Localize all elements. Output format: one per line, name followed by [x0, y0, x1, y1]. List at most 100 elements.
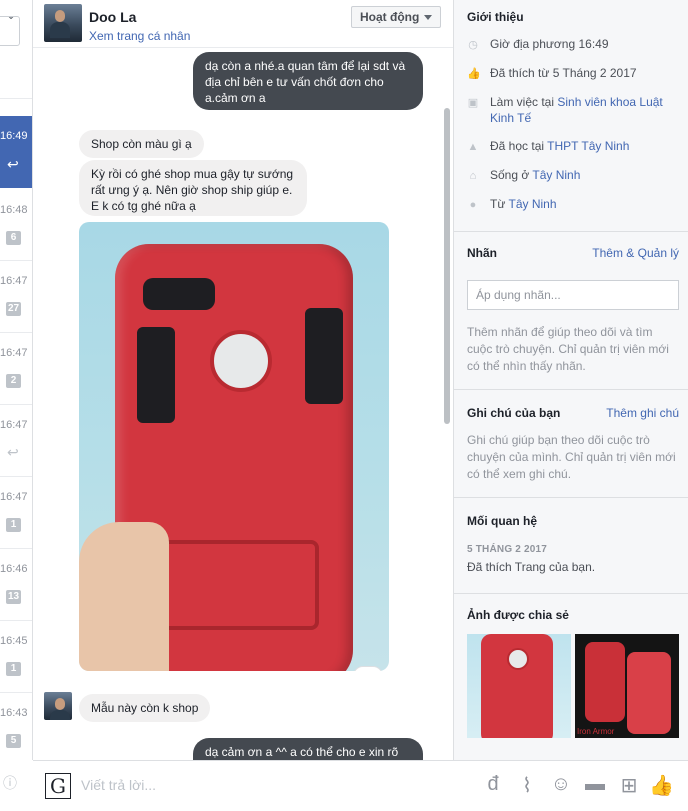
- shared-photos-section: Ảnh được chia sẻ Iron Armor: [454, 594, 688, 760]
- grip-left: [137, 327, 175, 423]
- conversation-time: 16:47: [0, 419, 28, 431]
- intro-section: Giới thiệu ◷ Giờ địa phương 16:49 👍 Đã t…: [454, 0, 688, 232]
- divider: [0, 476, 32, 477]
- intro-title: Giới thiệu: [467, 10, 524, 24]
- conversation-time: 16:45: [0, 635, 28, 647]
- page-avatar-icon: G: [45, 773, 71, 799]
- divider: [0, 332, 32, 333]
- intro-row-text: Sống ở: [490, 168, 533, 182]
- activity-button-label: Hoạt động: [360, 10, 420, 24]
- camera-cutout: [143, 278, 215, 310]
- labels-title: Nhãn: [467, 246, 497, 260]
- info-icon[interactable]: ⓘ: [0, 773, 20, 793]
- reply-input[interactable]: Viết trả lời...: [81, 777, 441, 793]
- apply-label-input[interactable]: Áp dụng nhãn...: [467, 280, 679, 310]
- conversation-header: Doo La Xem trang cá nhân Hoạt động: [33, 0, 453, 48]
- intro-row-text: Giờ địa phương 16:49: [490, 37, 609, 51]
- notes-help-text: Ghi chú giúp bạn theo dõi cuộc trò chuyệ…: [467, 433, 676, 481]
- inbox-window: ⌄ 16:49 ↩ 16:48 6 16:47 27 16:47 2 16:47…: [0, 0, 688, 811]
- conversation-time: 16:47: [0, 275, 28, 287]
- contact-name[interactable]: Doo La: [89, 9, 136, 25]
- relationship-date: 5 THÁNG 2 2017: [467, 544, 548, 555]
- message-bubble-incoming: Shop còn màu gì ạ: [79, 130, 204, 158]
- unread-badge: 1: [6, 662, 21, 676]
- shared-photo-thumbnail[interactable]: Iron Armor: [575, 634, 679, 738]
- thumbs-up-icon: 👍: [467, 68, 481, 80]
- intro-row-text: Làm việc tại: [490, 95, 558, 109]
- unread-badge: 13: [6, 590, 22, 604]
- conversation-time: 16:48: [0, 204, 28, 216]
- intro-row-text: Đã thích từ 5 Tháng 2 2017: [490, 66, 637, 80]
- divider: [0, 620, 32, 621]
- unread-badge: 27: [6, 302, 22, 316]
- unread-badge: 1: [6, 518, 21, 532]
- message-bubble-incoming: Kỳ rồi có ghé shop mua gậy tự sướng rất …: [79, 160, 307, 216]
- current-city-link[interactable]: Tây Ninh: [532, 168, 580, 182]
- emoji-icon[interactable]: ☺: [549, 773, 573, 796]
- clock-icon: ◷: [468, 39, 478, 51]
- composer: ⓘ G Viết trả lời... đ ⌇ ☺ ▬ ⊞ 👍: [3, 760, 688, 811]
- saved-reply-icon[interactable]: ▬: [583, 773, 607, 796]
- grip-right: [305, 308, 343, 404]
- kickstand: [149, 540, 319, 630]
- contact-info-panel: Giới thiệu ◷ Giờ địa phương 16:49 👍 Đã t…: [453, 0, 688, 760]
- like-button-icon[interactable]: 👍: [649, 773, 674, 798]
- attachment-icon[interactable]: ⌇: [515, 773, 539, 798]
- divider: [0, 98, 32, 99]
- phone-case: [585, 642, 625, 722]
- conversation-time: 16:43: [0, 707, 28, 719]
- shared-photo-thumbnail[interactable]: [467, 634, 571, 738]
- photo-watermark: Iron Armor: [577, 727, 615, 736]
- caret-down-icon: [424, 15, 432, 20]
- location-pin-icon: ●: [469, 199, 477, 211]
- notes-title: Ghi chú của bạn: [467, 406, 561, 420]
- unread-badge: 6: [6, 231, 21, 245]
- relationship-section: Mối quan hệ 5 THÁNG 2 2017 Đã thích Tran…: [454, 498, 688, 594]
- relationship-title: Mối quan hệ: [467, 514, 537, 528]
- avatar[interactable]: [44, 692, 72, 720]
- graduation-cap-icon: ▲: [467, 141, 479, 153]
- briefcase-icon: ▣: [467, 97, 479, 109]
- shared-photos-title: Ảnh được chia sẻ: [467, 608, 569, 622]
- unread-badge: 2: [6, 374, 21, 388]
- add-manage-labels-link[interactable]: Thêm & Quản lý: [592, 246, 679, 260]
- phone-case: [627, 652, 671, 734]
- divider: [0, 260, 32, 261]
- reply-arrow-icon: ↩: [7, 156, 19, 172]
- add-template-icon[interactable]: ⊞: [617, 773, 641, 798]
- conversation-item-active[interactable]: 16:49 ↩: [0, 116, 32, 188]
- view-profile-link[interactable]: Xem trang cá nhân: [89, 29, 190, 43]
- labels-help-text: Thêm nhãn để giúp theo dõi và tìm cuộc t…: [467, 325, 669, 373]
- add-reaction-icon[interactable]: ☺⁺: [353, 666, 383, 671]
- intro-row-text: Đã học tại: [490, 139, 548, 153]
- message-bubble-incoming: Mẫu này còn k shop: [79, 694, 211, 722]
- payment-dong-icon[interactable]: đ: [481, 773, 505, 796]
- logo-cutout: [210, 330, 272, 392]
- scrollbar[interactable]: [444, 108, 450, 424]
- home-icon: ⌂: [469, 170, 477, 182]
- red-phone-case-photo[interactable]: ☺⁺: [79, 222, 389, 671]
- hand: [79, 522, 169, 671]
- intro-row-text: Từ: [490, 197, 509, 211]
- conversation-list: ⌄ 16:49 ↩ 16:48 6 16:47 27 16:47 2 16:47…: [0, 0, 33, 760]
- activity-dropdown-button[interactable]: Hoạt động: [351, 6, 441, 28]
- conversation-time: 16:47: [0, 491, 28, 503]
- divider: [0, 404, 32, 405]
- message-bubble-outgoing: dạ còn a nhé.a quan tâm để lại sdt và đị…: [193, 52, 423, 110]
- add-note-link[interactable]: Thêm ghi chú: [606, 406, 679, 420]
- avatar[interactable]: [44, 4, 82, 42]
- notes-section: Ghi chú của bạn Thêm ghi chú Ghi chú giú…: [454, 390, 688, 498]
- divider: [0, 548, 32, 549]
- search-box[interactable]: [0, 16, 20, 46]
- conversation-time: 16:47: [0, 347, 28, 359]
- divider: [0, 692, 32, 693]
- reply-arrow-icon: ↩: [7, 444, 19, 460]
- hometown-link[interactable]: Tây Ninh: [508, 197, 556, 211]
- relationship-text: Đã thích Trang của bạn.: [467, 560, 596, 574]
- school-link[interactable]: THPT Tây Ninh: [547, 139, 629, 153]
- intro-row: ▣ Làm việc tại Sinh viên khoa Luật Kinh …: [467, 94, 682, 126]
- labels-section: Nhãn Thêm & Quản lý Áp dụng nhãn... Thêm…: [454, 232, 688, 390]
- logo-cutout: [507, 648, 529, 670]
- conversation-time: 16:46: [0, 563, 28, 575]
- conversation-time: 16:49: [0, 130, 28, 142]
